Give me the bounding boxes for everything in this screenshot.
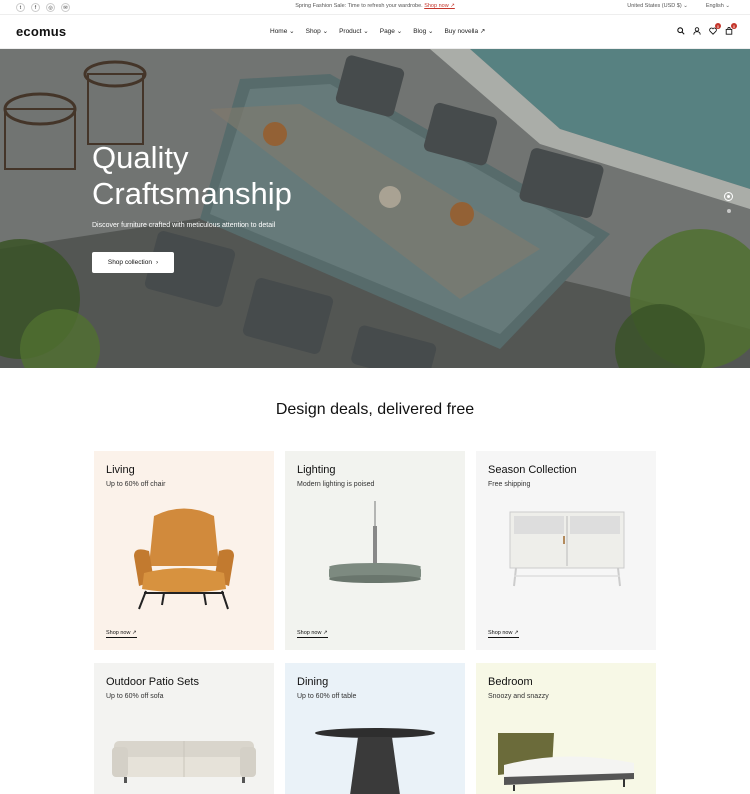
- nav-blog-label: Blog: [413, 28, 427, 35]
- card-subtitle: Up to 60% off chair: [106, 481, 166, 488]
- shop-now-link[interactable]: Shop now ↗: [106, 630, 137, 638]
- category-card-lighting[interactable]: Lighting Modern lighting is poised Shop …: [285, 451, 465, 650]
- card-title: Bedroom: [488, 676, 533, 688]
- chevron-down-icon: ⌄: [363, 28, 369, 35]
- card-title: Living: [106, 464, 135, 476]
- currency-select[interactable]: United States (USD $) ⌄: [627, 3, 688, 9]
- nav-blog[interactable]: Blog ⌄: [413, 27, 433, 35]
- nav-buy[interactable]: Buy novella ↗: [444, 27, 485, 35]
- card-subtitle: Up to 60% off table: [297, 693, 357, 700]
- card-subtitle: Snoozy and snazzy: [488, 693, 549, 700]
- main-nav: Home ⌄ Shop ⌄ Product ⌄ Page ⌄ Blog ⌄ Bu…: [270, 27, 485, 35]
- announcement-bar: t f ◎ ✉ Spring Fashion Sale: Time to ref…: [0, 0, 750, 15]
- shop-now-link[interactable]: Shop now ↗: [297, 630, 328, 638]
- nav-shop[interactable]: Shop ⌄: [306, 27, 328, 35]
- card-title: Season Collection: [488, 464, 577, 476]
- shop-collection-label: Shop collection: [107, 259, 152, 266]
- search-icon[interactable]: [676, 26, 685, 35]
- card-title: Outdoor Patio Sets: [106, 676, 199, 688]
- category-card-living[interactable]: Living Up to 60% off chair Shop now ↗: [94, 451, 274, 650]
- logo[interactable]: ecomus: [16, 24, 66, 39]
- site-header: ecomus Home ⌄ Shop ⌄ Product ⌄ Page ⌄ Bl…: [0, 15, 750, 49]
- sideboard-image: [509, 511, 625, 587]
- armchair-image: [134, 508, 234, 610]
- chevron-down-icon: ⌄: [428, 28, 434, 35]
- announcement-text: Spring Fashion Sale: Time to refresh you…: [295, 3, 423, 9]
- dining-table-image: [315, 728, 435, 794]
- chevron-down-icon: ⌄: [396, 28, 403, 35]
- chevron-right-icon: ›: [155, 259, 159, 266]
- slide-dot[interactable]: [726, 209, 731, 213]
- nav-shop-label: Shop: [305, 28, 321, 35]
- slider-pagination: [724, 192, 733, 213]
- arrow-up-right-icon: ↗: [479, 28, 486, 35]
- category-card-outdoor-patio-sets[interactable]: Outdoor Patio Sets Up to 60% off sofa: [94, 663, 274, 794]
- header-icons: 0 0: [676, 23, 737, 35]
- cart-icon[interactable]: 0: [724, 23, 737, 35]
- wishlist-count: 0: [715, 23, 721, 29]
- hero-banner: Quality Craftsmanship Discover furniture…: [0, 49, 750, 368]
- section-title: Design deals, delivered free: [275, 401, 475, 418]
- shop-now-link[interactable]: Shop now ↗: [488, 630, 519, 638]
- nav-page[interactable]: Page ⌄: [380, 27, 402, 35]
- hero-title: Quality Craftsmanship: [92, 140, 292, 211]
- nav-home[interactable]: Home ⌄: [270, 27, 295, 35]
- chevron-down-icon: ⌄: [289, 28, 295, 35]
- nav-product[interactable]: Product ⌄: [339, 27, 369, 35]
- announcement-shop-link[interactable]: Shop now ↗: [424, 3, 455, 9]
- account-icon[interactable]: [692, 26, 701, 35]
- card-subtitle: Modern lighting is poised: [297, 481, 375, 488]
- nav-buy-label: Buy novella: [444, 28, 479, 35]
- bed-image: [498, 733, 634, 791]
- nav-page-label: Page: [379, 28, 395, 35]
- card-title: Dining: [297, 676, 329, 688]
- nav-product-label: Product: [339, 28, 362, 35]
- chevron-down-icon: ⌄: [322, 28, 329, 35]
- language-select[interactable]: English ⌄: [706, 3, 730, 9]
- pendant-lamp-image: [329, 501, 421, 583]
- sofa-image: [112, 741, 256, 783]
- category-card-dining[interactable]: Dining Up to 60% off table: [285, 663, 465, 794]
- card-subtitle: Free shipping: [488, 481, 531, 488]
- category-card-bedroom[interactable]: Bedroom Snoozy and snazzy: [476, 663, 656, 794]
- category-card-season-collection[interactable]: Season Collection Free shipping Shop now…: [476, 451, 656, 650]
- wishlist-icon[interactable]: 0: [708, 23, 721, 35]
- shop-collection-button[interactable]: Shop collection ›: [92, 252, 174, 273]
- currency-label: United States (USD $): [627, 3, 682, 9]
- card-title: Lighting: [297, 464, 336, 476]
- card-subtitle: Up to 60% off sofa: [106, 693, 164, 700]
- nav-home-label: Home: [270, 28, 288, 35]
- cart-count: 0: [731, 23, 737, 29]
- hero-subtitle: Discover furniture crafted with meticulo…: [92, 222, 276, 229]
- language-label: English: [705, 3, 724, 9]
- slide-dot-active[interactable]: [724, 192, 733, 201]
- locale-selectors: United States (USD $) ⌄ English ⌄: [627, 3, 730, 9]
